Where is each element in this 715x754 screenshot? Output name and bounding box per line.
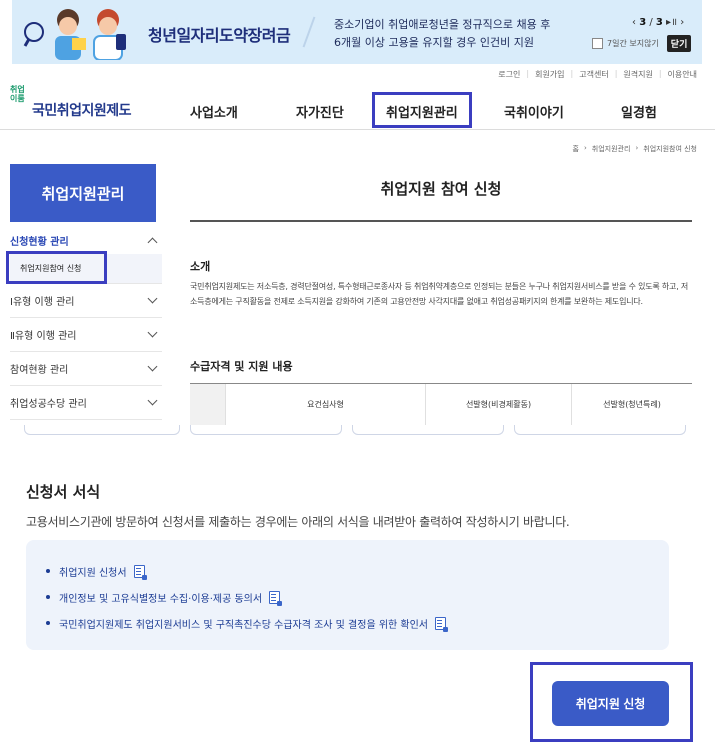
chevron-down-icon xyxy=(147,327,158,338)
intro-text: 국민취업지원제도는 저소득층, 경력단절여성, 특수형태근로종사자 등 취업취약… xyxy=(190,282,689,306)
chevron-down-icon xyxy=(147,293,158,304)
hide-week-label[interactable]: 7일간 보지않기 xyxy=(607,38,659,49)
chevron-down-icon xyxy=(147,361,158,372)
sidebar-item-type1[interactable]: Ⅰ유형 이행 관리 xyxy=(10,284,162,318)
banner-description: 중소기업이 취업애로청년을 정규직으로 채용 후 6개월 이상 고용을 유지할 … xyxy=(334,16,550,52)
chevron-up-icon xyxy=(147,237,158,247)
nav-item-stories[interactable]: 국취이야기 xyxy=(504,102,564,121)
nav-item-work-experience[interactable]: 일경험 xyxy=(621,102,657,121)
nav-item-self-diagnosis[interactable]: 자가진단 xyxy=(296,102,344,121)
cutoff-cards xyxy=(10,425,700,437)
bullet xyxy=(46,595,50,599)
apply-highlight-box xyxy=(530,662,693,742)
cutoff-card xyxy=(514,425,686,435)
intro-heading: 소개 xyxy=(190,260,211,273)
forms-description: 고용서비스기관에 방문하여 신청서를 제출하는 경우에는 아래의 서식을 내려받… xyxy=(26,515,570,529)
page-title: 취업지원 참여 신청 xyxy=(380,180,502,198)
table-header-cell: 선발형(청년특례) xyxy=(603,400,661,409)
banner-desc-line-2: 6개월 이상 고용을 유지할 경우 인건비 지원 xyxy=(334,36,535,49)
document-download-icon[interactable] xyxy=(269,590,283,606)
nav-highlight-box xyxy=(372,92,472,128)
utility-links: 로그인 | 회원가입 | 고객센터 | 원격지원 | 이용안내 xyxy=(498,69,697,80)
hide-week-checkbox[interactable] xyxy=(592,38,603,49)
main-nav: 사업소개 자가진단 취업지원관리 국취이야기 일경험 xyxy=(0,100,715,124)
nav-item-business-intro[interactable]: 사업소개 xyxy=(190,102,238,121)
util-sep: | xyxy=(658,69,662,78)
banner-close-button[interactable]: 닫기 xyxy=(666,35,692,52)
breadcrumb: 홈 › 취업지원관리 › 취업지원참여 신청 xyxy=(573,144,697,154)
forms-list: 취업지원 신청서 개인정보 및 고유식별정보 수집·이용·제공 동의서 국민취업… xyxy=(26,540,669,650)
form-item-confirmation[interactable]: 국민취업지원제도 취업지원서비스 및 구직촉진수당 수급자격 조사 및 결정을 … xyxy=(46,610,669,636)
banner-pager[interactable]: ‹ 3 / 3 ▸॥ › xyxy=(632,14,684,28)
util-sep: | xyxy=(570,69,574,78)
sidebar-group-label: 신청현황 관리 xyxy=(10,236,69,248)
breadcrumb-home[interactable]: 홈 xyxy=(573,144,579,154)
customer-center-link[interactable]: 고객센터 xyxy=(579,69,608,80)
form-item-consent[interactable]: 개인정보 및 고유식별정보 수집·이용·제공 동의서 xyxy=(46,584,669,610)
banner-controls: 7일간 보지않기 닫기 xyxy=(592,35,692,52)
form-item-application[interactable]: 취업지원 신청서 xyxy=(46,558,669,584)
sidebar-item-label: Ⅰ유형 이행 관리 xyxy=(10,297,75,308)
sidebar-title: 취업지원관리 xyxy=(10,164,156,222)
form-item-label[interactable]: 개인정보 및 고유식별정보 수집·이용·제공 동의서 xyxy=(59,590,262,605)
util-sep: | xyxy=(526,69,530,78)
banner-title: 청년일자리도약장려금 xyxy=(148,26,291,45)
sidebar-highlight-box xyxy=(6,251,107,284)
sidebar-item-label: 취업성공수당 관리 xyxy=(10,399,87,410)
form-item-label[interactable]: 취업지원 신청서 xyxy=(59,564,127,579)
form-item-label[interactable]: 국민취업지원제도 취업지원서비스 및 구직촉진수당 수급자격 조사 및 결정을 … xyxy=(59,616,428,631)
sidebar-item-success-allowance[interactable]: 취업성공수당 관리 xyxy=(10,386,162,420)
login-link[interactable]: 로그인 xyxy=(498,69,520,80)
chevron-right-icon: › xyxy=(635,144,639,152)
table-header-blank xyxy=(190,384,226,425)
sidebar-item-type2[interactable]: Ⅱ유형 이행 관리 xyxy=(10,318,162,352)
sidebar-item-label: 참여현황 관리 xyxy=(10,365,69,376)
signup-link[interactable]: 회원가입 xyxy=(535,69,564,80)
bullet xyxy=(46,621,50,625)
qualification-table: 요건심사형 선발형(비경제활동) 선발형(청년특례) xyxy=(190,383,692,425)
next-icon[interactable]: › xyxy=(680,17,684,28)
cutoff-card xyxy=(190,425,342,435)
sidebar-group-application-status[interactable]: 신청현황 관리 xyxy=(10,226,162,254)
banner-divider xyxy=(302,16,316,48)
table-header-cell: 선발형(비경제활동) xyxy=(426,384,572,425)
remote-support-link[interactable]: 원격지원 xyxy=(623,69,652,80)
breadcrumb-current: 취업지원참여 신청 xyxy=(643,145,697,153)
qualification-heading: 수급자격 및 지원 내용 xyxy=(190,360,293,373)
nav-divider xyxy=(0,129,715,130)
document-download-icon[interactable] xyxy=(435,616,449,632)
forms-title: 신청서 서식 xyxy=(26,483,101,501)
title-divider xyxy=(190,220,692,222)
cutoff-card xyxy=(24,425,180,435)
usage-guide-link[interactable]: 이용안내 xyxy=(668,69,697,80)
sidebar-item-label: Ⅱ유형 이행 관리 xyxy=(10,331,77,342)
breadcrumb-section[interactable]: 취업지원관리 xyxy=(592,144,631,154)
banner-page-current: 3 xyxy=(639,17,647,28)
promo-banner[interactable]: 청년일자리도약장려금 중소기업이 취업애로청년을 정규직으로 채용 후 6개월 … xyxy=(12,0,702,64)
sidebar-item-participation-status[interactable]: 참여현황 관리 xyxy=(10,352,162,386)
pause-icon[interactable]: ॥ xyxy=(671,17,677,28)
util-sep: | xyxy=(614,69,618,78)
cutoff-card xyxy=(352,425,504,435)
document-download-icon[interactable] xyxy=(133,564,147,580)
chevron-down-icon xyxy=(147,395,158,406)
bullet xyxy=(46,569,50,573)
banner-page-total: 3 xyxy=(655,17,663,28)
chevron-right-icon: › xyxy=(583,144,587,152)
banner-desc-line-1: 중소기업이 취업애로청년을 정규직으로 채용 후 xyxy=(334,18,551,31)
table-header-cell: 요건심사형 xyxy=(226,384,426,425)
people-illustration-icon xyxy=(23,9,126,60)
